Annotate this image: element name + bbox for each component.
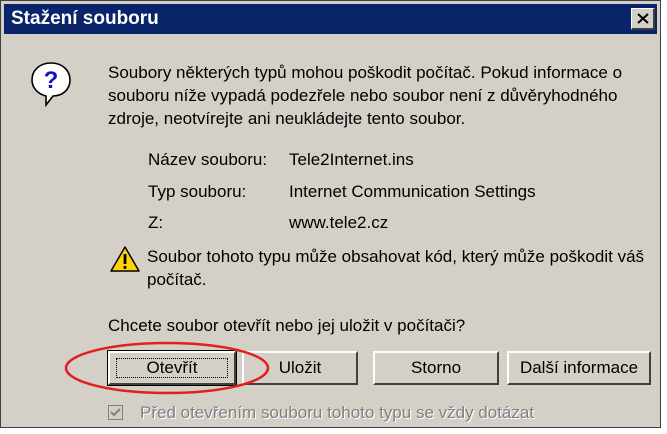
always-ask-label[interactable]: Před otevřením souboru tohoto typu se vž… xyxy=(140,401,534,424)
file-source-label: Z: xyxy=(148,213,164,232)
save-button-label: Uložit xyxy=(278,358,322,377)
always-ask-checkbox[interactable] xyxy=(108,405,123,420)
svg-text:?: ? xyxy=(44,67,59,94)
checkmark-icon xyxy=(110,408,121,417)
close-button[interactable] xyxy=(631,8,655,30)
title-bar[interactable]: Stažení souboru xyxy=(4,4,657,34)
file-type-label: Typ souboru: xyxy=(148,182,247,201)
more-info-button-label: Další informace xyxy=(519,358,639,377)
file-type-value: Internet Communication Settings xyxy=(289,182,536,201)
file-source-value: www.tele2.cz xyxy=(289,213,389,232)
question-icon: ? xyxy=(31,62,71,107)
dialog-title: Stažení souboru xyxy=(11,8,159,29)
question-text: Chcete soubor otevřít nebo jej uložit v … xyxy=(108,316,466,335)
warning-icon xyxy=(110,246,140,272)
red-ellipse-annotation xyxy=(64,341,270,395)
security-warning-text: Soubor tohoto typu může obsahovat kód, k… xyxy=(147,247,645,289)
cancel-button[interactable]: Storno xyxy=(373,351,499,385)
more-info-button[interactable]: Další informace xyxy=(507,351,651,385)
file-name-label: Název souboru: xyxy=(148,150,268,169)
warning-message: Soubory některých typů mohou poškodit po… xyxy=(108,63,623,128)
cancel-button-label: Storno xyxy=(410,358,462,377)
download-dialog: Stažení souboru ? Soubory některých typů… xyxy=(0,0,661,428)
file-name-value: Tele2Internet.ins xyxy=(289,150,414,169)
close-icon xyxy=(637,13,649,24)
